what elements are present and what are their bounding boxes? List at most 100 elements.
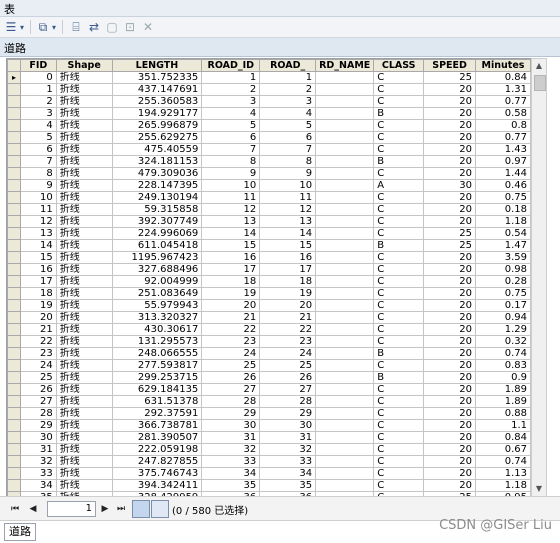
table-cell-shape[interactable]: 折线 xyxy=(55,107,113,120)
show-all-records-icon[interactable] xyxy=(132,500,150,518)
table-cell-road-id[interactable]: 30 xyxy=(201,419,261,432)
table-cell-minutes[interactable]: 1.47 xyxy=(475,239,531,252)
table-cell-road[interactable]: 18 xyxy=(259,275,317,288)
row-selector-header[interactable] xyxy=(7,59,21,72)
table-cell-class[interactable]: C xyxy=(373,383,425,396)
table-cell-length[interactable]: 611.045418 xyxy=(111,239,203,252)
table-cell-road[interactable]: 10 xyxy=(259,179,317,192)
table-row[interactable]: 6 折线 475.40559 7 7 C 20 1.43 xyxy=(7,143,531,156)
table-cell-minutes[interactable]: 1.18 xyxy=(475,479,531,492)
current-row-indicator-icon[interactable]: ▸ xyxy=(7,71,21,84)
table-cell-minutes[interactable]: 0.54 xyxy=(475,227,531,240)
row-selector[interactable] xyxy=(7,431,21,444)
table-cell-road[interactable]: 15 xyxy=(259,239,317,252)
table-cell-road-id[interactable]: 32 xyxy=(201,443,261,456)
table-cell-minutes[interactable]: 1.44 xyxy=(475,167,531,180)
table-cell-length[interactable]: 92.004999 xyxy=(111,275,203,288)
table-row[interactable]: 27 折线 631.51378 28 28 C 20 1.89 xyxy=(7,395,531,408)
table-row[interactable]: 31 折线 222.059198 32 32 C 20 0.67 xyxy=(7,443,531,456)
table-cell-class[interactable]: C xyxy=(373,323,425,336)
table-cell-minutes[interactable]: 0.97 xyxy=(475,155,531,168)
table-cell-fid[interactable]: 27 xyxy=(19,395,57,408)
table-cell-fid[interactable]: 21 xyxy=(19,323,57,336)
table-cell-shape[interactable]: 折线 xyxy=(55,467,113,480)
table-cell-shape[interactable]: 折线 xyxy=(55,71,113,84)
table-cell-fid[interactable]: 17 xyxy=(19,275,57,288)
table-cell-class[interactable]: C xyxy=(373,227,425,240)
table-cell-road-id[interactable]: 23 xyxy=(201,335,261,348)
table-row[interactable]: 16 折线 327.688496 17 17 C 20 0.98 xyxy=(7,263,531,276)
table-row[interactable]: 30 折线 281.390507 31 31 C 20 0.84 xyxy=(7,431,531,444)
table-row[interactable]: 10 折线 249.130194 11 11 C 20 0.75 xyxy=(7,191,531,204)
table-cell-road[interactable]: 6 xyxy=(259,131,317,144)
table-cell-road[interactable]: 28 xyxy=(259,395,317,408)
table-cell-road[interactable]: 33 xyxy=(259,455,317,468)
table-cell-shape[interactable]: 折线 xyxy=(55,155,113,168)
row-selector[interactable] xyxy=(7,275,21,288)
table-cell-rd-name[interactable] xyxy=(315,251,375,264)
table-cell-road-id[interactable]: 35 xyxy=(201,479,261,492)
table-options-icon[interactable]: ☰ xyxy=(4,19,18,35)
table-cell-fid[interactable]: 2 xyxy=(19,95,57,108)
table-cell-fid[interactable]: 24 xyxy=(19,359,57,372)
row-selector[interactable] xyxy=(7,83,21,96)
clear-selection-icon[interactable]: ▢ xyxy=(104,19,120,35)
table-cell-rd-name[interactable] xyxy=(315,143,375,156)
table-cell-length[interactable]: 292.37591 xyxy=(111,407,203,420)
row-selector[interactable] xyxy=(7,107,21,120)
column-header-minutes[interactable]: Minutes xyxy=(475,59,531,72)
current-record-input[interactable]: 1 xyxy=(47,501,96,517)
table-cell-length[interactable]: 299.253715 xyxy=(111,371,203,384)
table-cell-fid[interactable]: 11 xyxy=(19,203,57,216)
table-cell-fid[interactable]: 32 xyxy=(19,455,57,468)
row-selector[interactable] xyxy=(7,407,21,420)
scroll-up-icon[interactable]: ▲ xyxy=(532,59,546,73)
table-cell-length[interactable]: 255.629275 xyxy=(111,131,203,144)
table-cell-minutes[interactable]: 1.29 xyxy=(475,323,531,336)
table-row[interactable]: 2 折线 255.360583 3 3 C 20 0.77 xyxy=(7,95,531,108)
table-row[interactable]: 25 折线 299.253715 26 26 B 20 0.9 xyxy=(7,371,531,384)
previous-record-icon[interactable]: ◀ xyxy=(26,502,40,516)
table-cell-rd-name[interactable] xyxy=(315,71,375,84)
table-cell-road[interactable]: 3 xyxy=(259,95,317,108)
column-header-fid[interactable]: FID xyxy=(19,59,57,72)
table-cell-rd-name[interactable] xyxy=(315,287,375,300)
table-cell-speed[interactable]: 20 xyxy=(423,167,476,180)
table-cell-class[interactable]: C xyxy=(373,143,425,156)
table-cell-road[interactable]: 11 xyxy=(259,191,317,204)
table-cell-rd-name[interactable] xyxy=(315,455,375,468)
row-selector[interactable] xyxy=(7,239,21,252)
table-cell-road[interactable]: 12 xyxy=(259,203,317,216)
table-cell-rd-name[interactable] xyxy=(315,227,375,240)
table-cell-road-id[interactable]: 11 xyxy=(201,191,261,204)
table-cell-rd-name[interactable] xyxy=(315,395,375,408)
table-cell-fid[interactable]: 15 xyxy=(19,251,57,264)
table-cell-length[interactable]: 629.184135 xyxy=(111,383,203,396)
table-cell-road[interactable]: 24 xyxy=(259,347,317,360)
table-row[interactable]: 32 折线 247.827855 33 33 C 20 0.74 xyxy=(7,455,531,468)
table-cell-length[interactable]: 430.30617 xyxy=(111,323,203,336)
table-cell-shape[interactable]: 折线 xyxy=(55,131,113,144)
table-cell-shape[interactable]: 折线 xyxy=(55,323,113,336)
table-cell-shape[interactable]: 折线 xyxy=(55,383,113,396)
table-cell-minutes[interactable]: 1.18 xyxy=(475,215,531,228)
table-cell-fid[interactable]: 1 xyxy=(19,83,57,96)
table-cell-minutes[interactable]: 0.17 xyxy=(475,299,531,312)
table-cell-speed[interactable]: 25 xyxy=(423,227,476,240)
table-cell-road[interactable]: 19 xyxy=(259,287,317,300)
table-cell-fid[interactable]: 12 xyxy=(19,215,57,228)
table-cell-shape[interactable]: 折线 xyxy=(55,167,113,180)
table-cell-road-id[interactable]: 5 xyxy=(201,119,261,132)
table-cell-fid[interactable]: 3 xyxy=(19,107,57,120)
table-cell-minutes[interactable]: 1.43 xyxy=(475,143,531,156)
table-cell-length[interactable]: 394.342411 xyxy=(111,479,203,492)
table-cell-road-id[interactable]: 4 xyxy=(201,107,261,120)
row-selector[interactable] xyxy=(7,359,21,372)
table-cell-minutes[interactable]: 0.98 xyxy=(475,263,531,276)
table-cell-road-id[interactable]: 16 xyxy=(201,251,261,264)
table-cell-rd-name[interactable] xyxy=(315,239,375,252)
table-cell-length[interactable]: 55.979943 xyxy=(111,299,203,312)
tab-roads[interactable]: 道路 xyxy=(4,523,36,541)
table-cell-shape[interactable]: 折线 xyxy=(55,179,113,192)
table-cell-length[interactable]: 265.996879 xyxy=(111,119,203,132)
